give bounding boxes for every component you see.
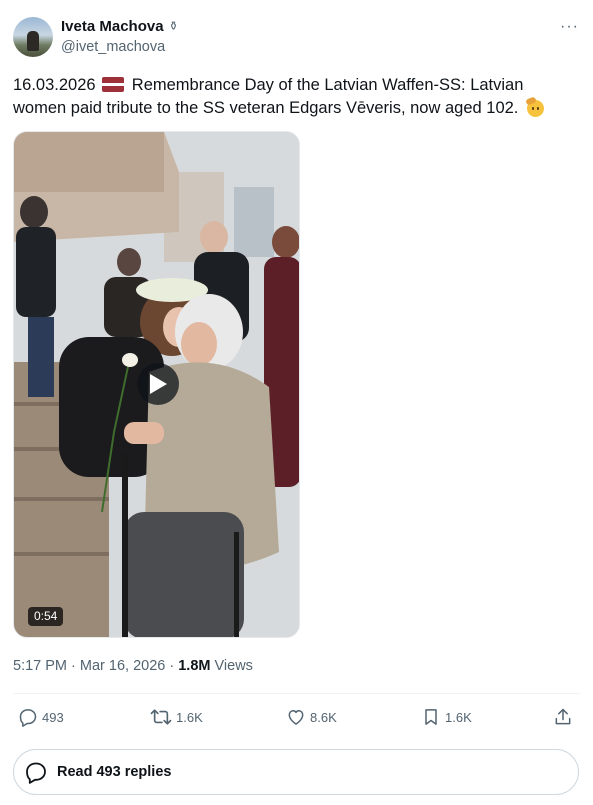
reply-count: 493 <box>42 709 64 725</box>
reply-button[interactable]: 493 <box>18 700 64 734</box>
share-button[interactable] <box>553 700 573 734</box>
author-handle[interactable]: @ivet_machova <box>61 38 165 57</box>
divider <box>13 693 580 694</box>
tweet-date[interactable]: Mar 16, 2026 <box>80 658 165 674</box>
bookmark-button[interactable]: 1.6K <box>421 700 472 734</box>
meta-separator: · <box>67 658 80 674</box>
repost-icon <box>150 709 172 725</box>
bookmark-icon <box>425 709 437 725</box>
name-badge-icon: ⚱ <box>168 19 179 33</box>
share-icon <box>555 708 571 725</box>
tweet-header: Iveta Machova ⚱ @ivet_machova ··· <box>13 15 583 57</box>
repost-button[interactable]: 1.6K <box>150 700 203 734</box>
reply-icon <box>26 762 46 784</box>
like-count: 8.6K <box>310 709 337 725</box>
more-options-button[interactable]: ··· <box>560 17 579 36</box>
author-name[interactable]: Iveta Machova <box>61 17 164 36</box>
avatar[interactable] <box>13 17 53 57</box>
views-count: 1.8M <box>178 658 211 674</box>
repost-count: 1.6K <box>176 709 203 725</box>
heart-icon <box>288 710 304 725</box>
tweet-date-text: 16.03.2026 <box>13 76 96 94</box>
reply-icon <box>19 709 37 727</box>
tweet-text: 16.03.2026 Remembrance Day of the Latvia… <box>13 74 578 120</box>
author-name-row: Iveta Machova ⚱ <box>61 17 179 36</box>
tweet-meta: 5:17 PM · Mar 16, 2026 · 1.8M Views <box>13 657 253 676</box>
action-bar: 493 1.6K 8.6K 1.6K <box>13 700 580 734</box>
meta-separator: · <box>165 658 179 674</box>
video-player[interactable]: 0:54 <box>13 131 300 638</box>
bookmark-count: 1.6K <box>445 709 472 725</box>
saluting-face-icon <box>525 96 546 117</box>
read-replies-label: Read 493 replies <box>57 764 172 780</box>
play-button[interactable] <box>137 363 179 405</box>
latvia-flag-icon <box>102 77 125 92</box>
video-duration-badge: 0:54 <box>28 607 64 626</box>
tweet-time[interactable]: 5:17 PM <box>13 658 67 674</box>
read-replies-button[interactable]: Read 493 replies <box>13 749 579 795</box>
like-button[interactable]: 8.6K <box>286 700 337 734</box>
views-label: Views <box>214 658 253 674</box>
play-icon <box>150 374 167 394</box>
